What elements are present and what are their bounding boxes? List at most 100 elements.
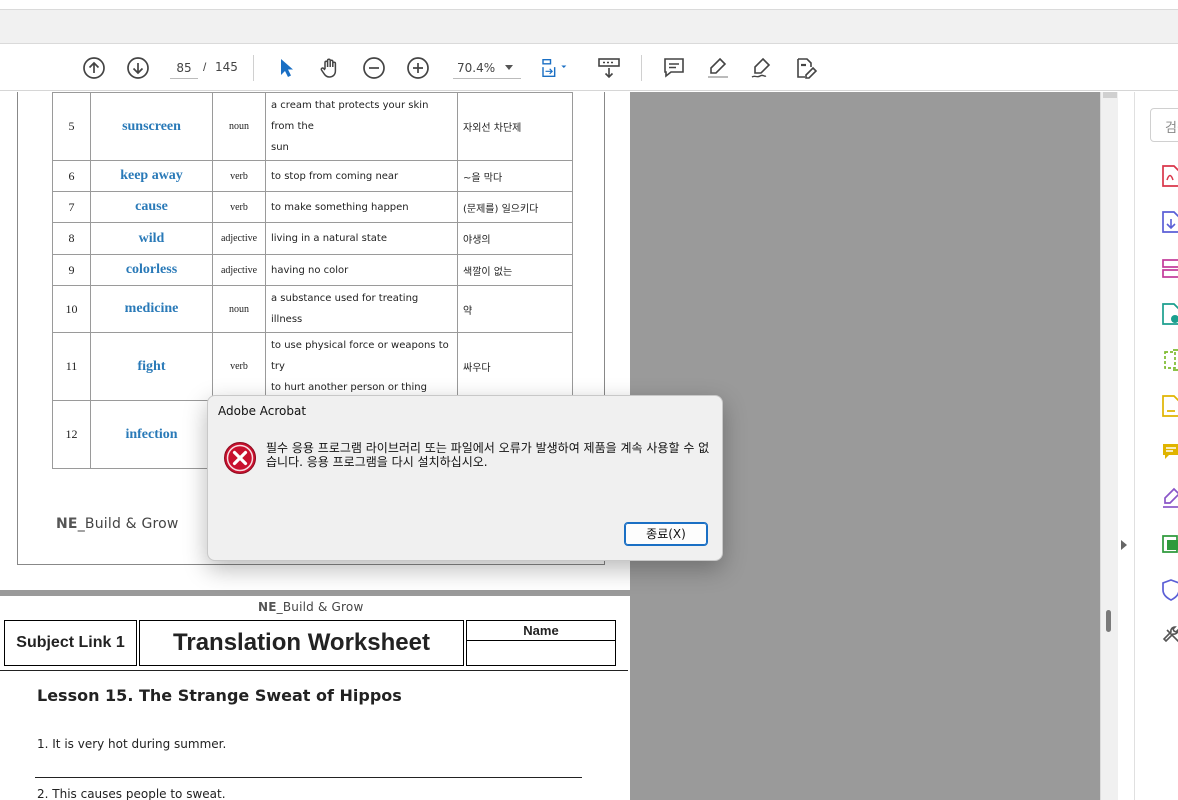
part-of-speech: noun — [212, 92, 266, 161]
prev-page-icon[interactable] — [79, 53, 109, 83]
more-tools-icon[interactable] — [1161, 624, 1178, 648]
main-toolbar: 85 / 145 70.4% — [0, 45, 1178, 91]
korean-meaning: 싸우다 — [457, 332, 573, 401]
korean-meaning: (문제를) 일으키다 — [457, 191, 573, 223]
tab-bar — [0, 10, 1178, 44]
organize-pages-icon[interactable] — [1161, 256, 1178, 280]
dialog-message: 필수 응용 프로그램 라이브러리 또는 파일에서 오류가 발생하여 제품을 계속… — [266, 441, 710, 469]
sign-tool-icon[interactable] — [1161, 486, 1178, 510]
select-cursor-icon[interactable] — [271, 53, 301, 83]
export-pdf-icon[interactable] — [1161, 210, 1178, 234]
definition-line: having no color — [271, 264, 349, 276]
vocab-word: wild — [90, 222, 213, 255]
definition: to stop from coming near — [265, 160, 458, 192]
definition: a cream that protects your skin from the… — [265, 92, 458, 161]
table-row: 9 colorless adjective having no color 색깔이 없는 — [52, 254, 573, 286]
error-dialog: Adobe Acrobat 필수 응용 프로그램 라이브러리 또는 파일에서 오… — [207, 395, 723, 561]
fill-sign-icon[interactable] — [1161, 394, 1178, 418]
page-number-input[interactable]: 85 — [170, 57, 198, 79]
definition-line: living in a natural state — [271, 233, 387, 244]
table-row: 11 fight verb to use physical force or weap… — [52, 332, 573, 401]
worksheet-title: Translation Worksheet — [139, 620, 464, 666]
korean-meaning: 야생의 — [457, 222, 573, 255]
comment-tool-icon[interactable] — [1161, 440, 1178, 464]
definition: to use physical force or weapons to try t… — [265, 332, 458, 401]
vocab-word: colorless — [90, 254, 213, 286]
question-2: 2. This causes people to sweat. — [37, 787, 226, 800]
table-row: 8 wild adjective living in a natural state 야… — [52, 222, 573, 255]
zoom-in-icon[interactable] — [403, 53, 433, 83]
part-of-speech: adjective — [212, 222, 266, 255]
scrollbar-top-cap — [1103, 92, 1117, 98]
page-separator: / — [203, 60, 207, 74]
tools-pane: 검색 — [1134, 92, 1178, 800]
korean-meaning: 약 — [457, 285, 573, 333]
pdf-page-86: NE_Build & Grow Subject Link 1 Translati… — [0, 596, 630, 800]
part-of-speech: adjective — [212, 254, 266, 286]
table-row: 6 keep away verb to stop from coming near ~을… — [52, 160, 573, 192]
protect-icon[interactable] — [1161, 578, 1178, 602]
definition: a substance used for treating illness — [265, 285, 458, 333]
comment-icon[interactable] — [659, 53, 689, 83]
hand-icon[interactable] — [315, 53, 345, 83]
toolbar-divider — [641, 55, 642, 81]
compress-pdf-icon[interactable] — [1161, 348, 1178, 372]
korean-meaning: ~을 막다 — [457, 160, 573, 192]
question-1: 1. It is very hot during summer. — [37, 737, 227, 751]
definition: to make something happen — [265, 191, 458, 223]
row-number: 5 — [52, 92, 91, 161]
definition-line: to stop from coming near — [271, 170, 399, 182]
page-total: 145 — [215, 60, 238, 74]
table-row: 10 medicine noun a substance used for treat… — [52, 285, 573, 333]
dialog-title: Adobe Acrobat — [218, 404, 307, 418]
close-button[interactable]: 종료(X) — [624, 522, 708, 546]
sign-icon[interactable] — [747, 53, 777, 83]
row-number: 6 — [52, 160, 91, 192]
edit-pdf-icon[interactable] — [791, 53, 821, 83]
definition-line: a substance used for treating illness — [271, 293, 419, 325]
scroll-mode-icon[interactable] — [594, 53, 624, 83]
worksheet-name-box: Name — [466, 620, 616, 666]
definition-line: to make something happen — [271, 201, 409, 213]
window-top-edge — [0, 0, 1178, 10]
vocab-word: cause — [90, 191, 213, 223]
vocab-word: medicine — [90, 285, 213, 333]
scan-ocr-icon[interactable] — [1161, 532, 1178, 556]
vocab-word: sunscreen — [90, 92, 213, 161]
fit-page-icon[interactable] — [538, 53, 568, 83]
tools-search-input[interactable]: 검색 — [1150, 108, 1178, 142]
row-number: 7 — [52, 191, 91, 223]
definition: having no color — [265, 254, 458, 286]
scrollbar-thumb[interactable] — [1106, 610, 1111, 632]
name-label: Name — [467, 621, 615, 641]
expand-pane-arrow-icon[interactable] — [1121, 540, 1127, 550]
row-number: 9 — [52, 254, 91, 286]
header-rule — [0, 670, 628, 671]
korean-meaning: 자외선 차단제 — [457, 92, 573, 161]
korean-meaning: 색깔이 없는 — [457, 254, 573, 286]
zoom-out-icon[interactable] — [359, 53, 389, 83]
definition-line: sun — [271, 142, 289, 153]
combine-files-icon[interactable] — [1161, 302, 1178, 326]
answer-line — [35, 777, 582, 778]
part-of-speech: noun — [212, 285, 266, 333]
row-number: 8 — [52, 222, 91, 255]
definition-line: to use physical force or weapons to try — [271, 340, 449, 372]
vocab-word: infection — [90, 400, 213, 469]
lesson-heading: Lesson 15. The Strange Sweat of Hippos — [37, 686, 402, 705]
part-of-speech: verb — [212, 191, 266, 223]
highlight-icon[interactable] — [703, 53, 733, 83]
table-row: 5 sunscreen noun a cream that protects your… — [52, 92, 573, 161]
row-number: 10 — [52, 285, 91, 333]
worksheet-subject: Subject Link 1 — [4, 620, 137, 666]
zoom-dropdown-caret-icon[interactable] — [505, 65, 513, 70]
error-icon — [223, 441, 257, 480]
definition: living in a natural state — [265, 222, 458, 255]
table-row: 7 cause verb to make something happen (문제를) … — [52, 191, 573, 223]
ne-build-grow-logo: NE_Build & Grow — [258, 600, 364, 614]
part-of-speech: verb — [212, 160, 266, 192]
create-pdf-icon[interactable] — [1161, 164, 1178, 188]
next-page-icon[interactable] — [123, 53, 153, 83]
row-number: 12 — [52, 400, 91, 469]
vertical-scrollbar[interactable] — [1100, 92, 1118, 800]
